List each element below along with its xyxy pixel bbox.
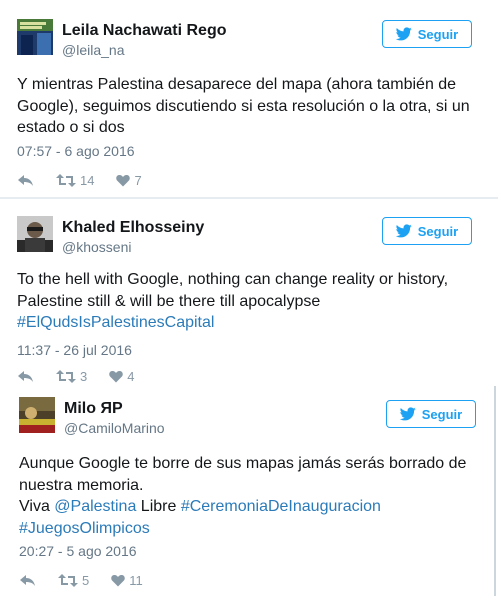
avatar[interactable] [17, 216, 53, 252]
tweet-text-line: Palestine still & will be there till apo… [17, 292, 321, 310]
tweet-text-line: nuestra memoria. [19, 476, 144, 494]
retweet-button[interactable]: 5 [58, 573, 89, 588]
like-button[interactable]: 7 [116, 173, 142, 188]
bird-icon [399, 407, 416, 421]
reply-button[interactable] [20, 574, 36, 587]
like-count: 4 [127, 369, 135, 384]
retweet-icon [56, 174, 76, 187]
hashtag-link[interactable]: #ElQudsIsPalestinesCapital [17, 314, 214, 331]
heart-icon [116, 174, 131, 187]
hashtag-link[interactable]: #CeremoniaDeInauguracion [181, 498, 381, 515]
tweet-text-line: To the hell with Google, nothing can cha… [17, 271, 449, 288]
follow-label: Seguir [421, 406, 463, 422]
tweet-card: Leila Nachawati Rego @leila_na Seguir Y … [0, 0, 498, 197]
heart-icon [111, 574, 125, 587]
display-name[interactable]: Leila Nachawati Rego [62, 22, 227, 40]
tweet-card: Milo ЯP @CamiloMarino Seguir Aunque Goog… [0, 386, 498, 596]
tweet-actions: 14 7 [18, 173, 164, 188]
tweet-card: Khaled Elhosseiny @khosseni Seguir To th… [0, 199, 498, 386]
tweet-actions: 3 4 [18, 369, 156, 384]
follow-label: Seguir [417, 223, 459, 239]
like-button[interactable]: 4 [109, 369, 134, 384]
retweet-count: 5 [82, 573, 90, 588]
tweet-actions: 5 11 [20, 573, 165, 588]
reply-button[interactable] [18, 370, 34, 383]
text-span: Libre [136, 498, 181, 515]
reply-icon [20, 575, 35, 586]
avatar[interactable] [17, 19, 53, 55]
follow-button[interactable]: Seguir [382, 217, 472, 245]
tweet-text-line: Aunque Google te borre de sus mapas jamá… [19, 455, 467, 472]
retweet-icon [58, 574, 78, 587]
tweet-text-line: Y mientras Palestina desaparece del mapa… [17, 76, 457, 93]
like-count: 11 [129, 573, 143, 588]
user-handle[interactable]: @leila_na [62, 42, 124, 58]
mention-link[interactable]: @Palestina [54, 498, 136, 515]
tweet-text: Aunque Google te borre de sus mapas jamá… [19, 453, 466, 539]
bird-icon [395, 27, 412, 41]
retweet-icon [56, 370, 76, 383]
follow-button[interactable]: Seguir [382, 20, 472, 48]
tweet-text: Y mientras Palestina desaparece del mapa… [17, 74, 470, 139]
retweet-count: 3 [80, 369, 88, 384]
reply-icon [18, 175, 33, 186]
like-count: 7 [134, 173, 142, 188]
reply-button[interactable] [18, 174, 34, 187]
avatar[interactable] [19, 397, 55, 433]
tweet-text-line: Viva @Palestina Libre #CeremoniaDeInaugu… [19, 496, 466, 518]
user-handle[interactable]: @khosseni [62, 239, 131, 255]
tweet-timestamp[interactable]: 20:27 - 5 ago 2016 [19, 543, 137, 559]
retweet-button[interactable]: 14 [56, 173, 94, 188]
follow-label: Seguir [417, 26, 459, 42]
like-button[interactable]: 11 [111, 573, 143, 588]
follow-button[interactable]: Seguir [386, 400, 476, 428]
text-span: Viva [19, 498, 55, 515]
retweet-count: 14 [80, 173, 95, 188]
tweet-timestamp[interactable]: 11:37 - 26 jul 2016 [17, 342, 132, 358]
tweet-text: To the hell with Google, nothing can cha… [17, 269, 448, 334]
hashtag-link[interactable]: #JuegosOlimpicos [19, 520, 150, 537]
user-handle[interactable]: @CamiloMarino [64, 420, 165, 436]
bird-icon [395, 224, 412, 238]
tweet-text-line: estado o si dos [17, 119, 125, 136]
display-name[interactable]: Milo ЯP [64, 400, 123, 418]
heart-icon [109, 370, 123, 383]
tweet-text-line: Google), seguimos discutiendo si esta re… [17, 97, 470, 115]
display-name[interactable]: Khaled Elhosseiny [62, 219, 204, 237]
border-line [494, 386, 496, 596]
retweet-button[interactable]: 3 [56, 369, 87, 384]
tweet-timestamp[interactable]: 07:57 - 6 ago 2016 [17, 143, 135, 159]
reply-icon [18, 371, 33, 382]
